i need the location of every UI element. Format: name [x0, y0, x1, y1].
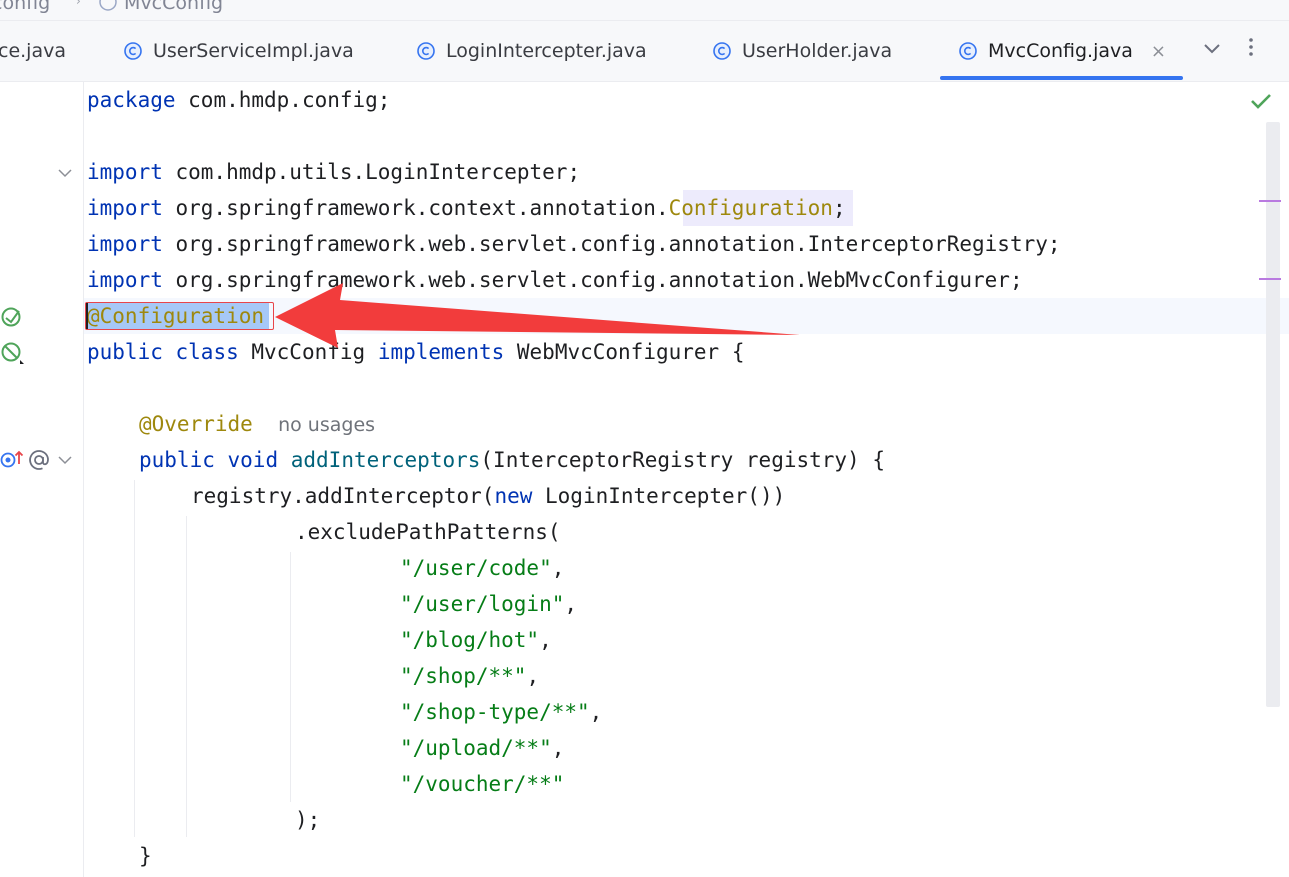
spring-bean-icon[interactable]: [0, 306, 24, 330]
code-line-1: package com.hmdp.config;: [87, 88, 391, 112]
code-line-path: "/upload/**",: [400, 736, 565, 760]
tab-userholder[interactable]: UserHolder.java: [712, 21, 892, 81]
tab-label: UserHolder.java: [742, 40, 893, 62]
vertical-scrollbar[interactable]: [1266, 122, 1280, 707]
spring-bean-icon[interactable]: [0, 341, 26, 367]
code-line-8: public class MvcConfig implements WebMvc…: [87, 340, 745, 364]
editor-tab-bar: ce.java UserServiceImpl.java LoginInterc…: [0, 21, 1289, 82]
code-editor[interactable]: package com.hmdp.config; import com.hmdp…: [0, 82, 1289, 877]
code-line-6: import org.springframework.web.servlet.c…: [87, 268, 1023, 292]
breadcrumb-current-label: MvcConfig: [124, 0, 224, 14]
code-line-13: .excludePathPatterns(: [295, 520, 561, 544]
active-tab-indicator: [940, 76, 1183, 80]
code-line-path: "/shop/**",: [400, 664, 540, 688]
chevron-down-icon[interactable]: [1201, 37, 1223, 59]
code-line-path: "/shop-type/**",: [400, 700, 603, 724]
breadcrumb-parent[interactable]: config: [0, 0, 50, 14]
tab-label: ce.java: [0, 40, 66, 62]
code-line-path: "/blog/hot",: [400, 628, 552, 652]
annotation-highlight-box: [85, 302, 274, 330]
check-icon[interactable]: [1250, 92, 1272, 110]
class-c-icon: [417, 42, 435, 60]
code-line-4: import org.springframework.context.annot…: [87, 196, 846, 220]
indent-guide: [134, 480, 135, 837]
chevron-down-icon[interactable]: [57, 165, 73, 181]
code-line-5: import org.springframework.web.servlet.c…: [87, 232, 1061, 256]
breadcrumb-current[interactable]: MvcConfig: [98, 0, 223, 14]
tab-mvcconfig[interactable]: MvcConfig.java ×: [958, 21, 1166, 81]
breadcrumb-separator-icon: ›: [76, 0, 81, 8]
tab-userserviceimpl[interactable]: UserServiceImpl.java: [123, 21, 354, 81]
more-vertical-icon[interactable]: [1244, 35, 1258, 59]
code-line-12: registry.addInterceptor(new LoginInterce…: [191, 484, 786, 508]
at-sign-icon[interactable]: [27, 448, 51, 472]
code-line-path: "/user/code",: [400, 556, 565, 580]
code-line-10: @Override no usages: [139, 412, 376, 436]
close-icon[interactable]: ×: [1151, 41, 1166, 62]
code-line-3: import com.hmdp.utils.LoginIntercepter;: [87, 160, 581, 184]
scroll-marker: [1259, 278, 1281, 280]
class-c-icon: [713, 42, 731, 60]
indent-guide: [186, 516, 187, 837]
tab-label: UserServiceImpl.java: [153, 40, 354, 62]
code-line-path: "/user/login",: [400, 592, 578, 616]
indent-guide: [290, 552, 291, 802]
override-up-arrow-icon[interactable]: [0, 448, 26, 472]
usages-hint[interactable]: no usages: [278, 414, 375, 436]
tab-service-impl-cut[interactable]: ce.java: [0, 21, 66, 81]
tab-label: LoginIntercepter.java: [446, 40, 647, 62]
text-caret: [86, 303, 88, 329]
class-c-icon: [124, 42, 142, 60]
code-line-11: public void addInterceptors(InterceptorR…: [139, 448, 885, 472]
tab-label: MvcConfig.java: [988, 40, 1133, 62]
class-c-icon: [99, 0, 117, 11]
tab-loginintercepter[interactable]: LoginIntercepter.java: [416, 21, 647, 81]
chevron-down-icon[interactable]: [57, 452, 73, 468]
code-line-22: }: [139, 844, 152, 868]
code-line-path: "/voucher/**": [400, 772, 565, 796]
class-c-icon: [959, 42, 977, 60]
code-line-21: );: [295, 808, 321, 832]
breadcrumb: config › MvcConfig: [0, 0, 1289, 21]
gutter-separator: [83, 82, 84, 877]
scroll-marker: [1259, 200, 1281, 202]
